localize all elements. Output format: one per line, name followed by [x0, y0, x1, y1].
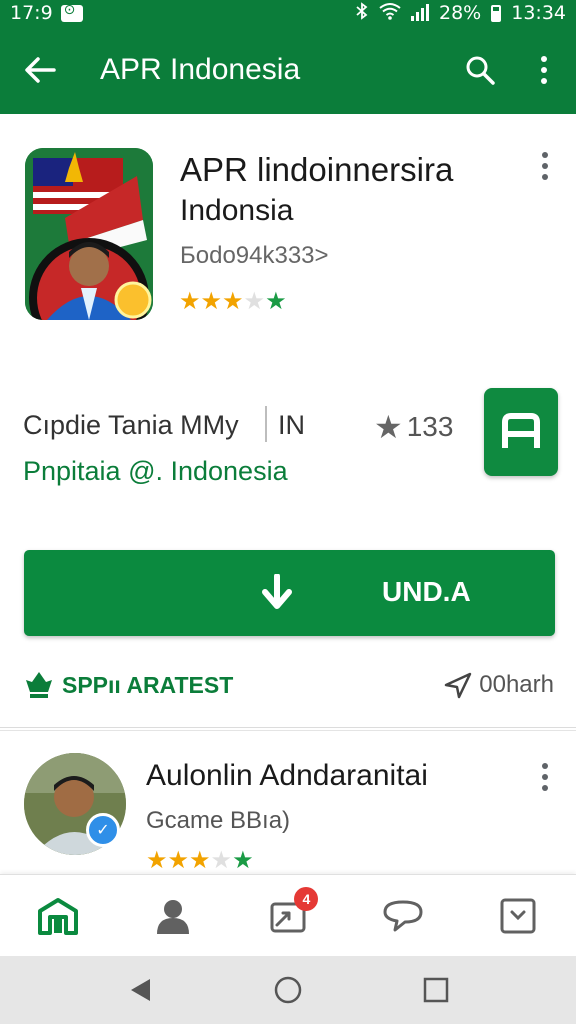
system-recents-button[interactable] — [362, 956, 510, 1024]
editor-tag[interactable]: SPPıı ARATEST — [24, 670, 233, 700]
badge-leaf-icon — [26, 672, 52, 698]
app-region: IN — [278, 410, 305, 440]
rating-count: ★ 133 — [374, 408, 453, 446]
battery-percent: 28% — [439, 2, 482, 24]
wifi-icon — [379, 2, 401, 24]
home-icon — [37, 897, 78, 935]
stars-filled: ★★★ — [146, 847, 211, 874]
star-empty: ★ — [243, 288, 266, 315]
item-more-button[interactable] — [530, 763, 560, 803]
profile-icon — [156, 899, 189, 934]
system-home-button[interactable] — [214, 956, 362, 1024]
install-button[interactable]: UND.A — [24, 550, 555, 636]
status-time-right: 13:34 — [511, 2, 566, 24]
status-bar: 17:9 28% 13:34 — [0, 0, 576, 26]
back-button[interactable] — [0, 26, 80, 114]
publisher-link[interactable]: Pnpitaia @. Indonesia — [23, 456, 288, 487]
more-vert-icon — [542, 763, 548, 803]
download-arrow-icon — [262, 574, 292, 609]
home-circle-icon — [274, 976, 302, 1004]
verified-badge-icon: ✓ — [86, 813, 120, 847]
app-developer[interactable]: Бodo94k333> — [180, 242, 329, 270]
more-vert-icon — [541, 56, 547, 84]
nav-profile[interactable] — [115, 875, 230, 956]
notification-badge: 4 — [294, 887, 319, 911]
back-triangle-icon — [131, 979, 150, 1001]
bluetooth-icon — [355, 2, 369, 24]
meta-divider — [265, 406, 267, 442]
page-title: APR Indonesia — [100, 53, 301, 86]
app-rating-stars: ★★★★★ — [179, 290, 287, 314]
app-name: APR lindoinnersira — [180, 151, 454, 188]
nav-downloads[interactable] — [461, 875, 576, 956]
system-navigation — [0, 956, 576, 1024]
stars-filled: ★★★ — [179, 288, 244, 315]
item-subtitle: Gcame BBıa) — [146, 807, 291, 834]
chat-icon — [383, 900, 423, 931]
battery-icon — [491, 4, 502, 22]
star-green: ★ — [265, 288, 287, 315]
recents-square-icon — [423, 977, 449, 1003]
tag-label: SPPıı ARATEST — [62, 671, 234, 698]
app-details-card: APR lindoinnersira Indonsia Бodo94k333> … — [0, 114, 576, 728]
list-item[interactable]: ✓ Aulonlin Adndaranitai Gcame BBıa) ★★★★… — [0, 730, 576, 874]
search-icon — [466, 56, 495, 85]
search-button[interactable] — [448, 26, 512, 114]
star-icon: ★ — [374, 409, 403, 445]
more-options-button[interactable] — [512, 26, 576, 114]
rating-count-value: 133 — [406, 411, 454, 442]
notification-icon — [60, 2, 83, 22]
card-more-button[interactable] — [530, 152, 560, 192]
item-rating-stars: ★★★★★ — [146, 849, 254, 873]
back-arrow-icon — [25, 57, 56, 83]
install-label: UND.A — [382, 576, 471, 607]
open-app-button[interactable] — [484, 388, 558, 476]
star-empty: ★ — [210, 847, 233, 874]
nav-chat[interactable] — [346, 875, 461, 956]
nav-home[interactable] — [0, 875, 115, 956]
app-glyph-icon — [502, 413, 540, 448]
app-icon[interactable] — [25, 148, 153, 320]
app-subtitle: Indonsia — [180, 194, 294, 227]
update-time-label: 00harh — [479, 671, 554, 698]
update-time: 00harh — [443, 670, 554, 700]
downloads-icon — [500, 898, 536, 933]
item-title: Aulonlin Adndaranitai — [146, 759, 428, 792]
bottom-navigation: 4 — [0, 874, 576, 956]
signal-icon — [411, 4, 429, 21]
share-arrow-icon — [445, 672, 472, 699]
system-back-button[interactable] — [66, 956, 214, 1024]
star-green: ★ — [232, 847, 254, 874]
more-vert-icon — [542, 152, 548, 192]
status-time-left: 17:9 — [10, 2, 53, 24]
app-category: Cıpdie Tania MMy — [23, 410, 239, 440]
nav-inbox[interactable]: 4 — [230, 875, 345, 956]
app-bar: APR Indonesia — [0, 26, 576, 114]
